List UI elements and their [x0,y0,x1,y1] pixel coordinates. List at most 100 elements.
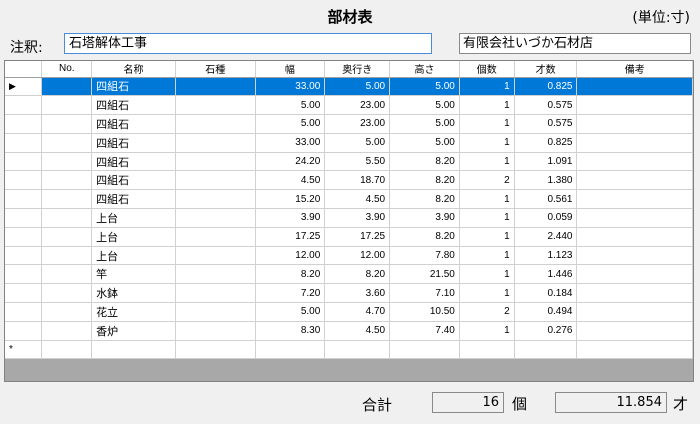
row-selector[interactable]: ▶ [5,77,43,97]
cell-note[interactable] [576,77,693,97]
cell-height[interactable]: 7.80 [389,246,460,266]
cell-count[interactable]: 1 [459,95,515,116]
cell-no[interactable] [41,283,93,304]
cell-stone[interactable] [175,189,256,210]
cell-note[interactable] [576,227,693,247]
cell-stone[interactable] [175,283,256,304]
cell-name[interactable]: 上台 [91,227,176,247]
new-row-cell[interactable] [514,340,578,360]
table-row[interactable]: 四組石 4.50 18.70 8.20 2 1.380 [5,170,693,191]
company-name-field[interactable]: 有限会社いづか石材店 [459,33,691,54]
row-selector[interactable] [5,321,43,341]
cell-count[interactable]: 1 [459,283,515,304]
cell-count[interactable]: 2 [459,170,515,191]
cell-stone[interactable] [175,321,256,341]
cell-volume[interactable]: 0.825 [514,133,578,153]
cell-width[interactable]: 15.20 [255,189,326,210]
table-row[interactable]: 花立 5.00 4.70 10.50 2 0.494 [5,302,693,322]
cell-stone[interactable] [175,114,256,134]
cell-no[interactable] [41,227,93,247]
cell-name[interactable]: 上台 [91,246,176,266]
row-selector[interactable] [5,152,43,172]
cell-width[interactable]: 24.20 [255,152,326,172]
cell-name[interactable]: 四組石 [91,189,176,210]
cell-stone[interactable] [175,77,256,97]
cell-count[interactable]: 1 [459,152,515,172]
cell-no[interactable] [41,246,93,266]
column-header-no[interactable]: No. [41,61,93,78]
row-selector[interactable] [5,170,43,191]
cell-depth[interactable]: 5.50 [324,152,391,172]
cell-volume[interactable]: 0.575 [514,95,578,116]
cell-no[interactable] [41,95,93,116]
cell-width[interactable]: 3.90 [255,208,326,228]
cell-depth[interactable]: 4.50 [324,321,391,341]
cell-height[interactable]: 8.20 [389,227,460,247]
new-record-row[interactable]: * [5,340,693,360]
cell-count[interactable]: 1 [459,208,515,228]
cell-note[interactable] [576,283,693,304]
cell-no[interactable] [41,264,93,285]
cell-width[interactable]: 33.00 [255,133,326,153]
cell-count[interactable]: 2 [459,302,515,322]
cell-height[interactable]: 8.20 [389,152,460,172]
cell-volume[interactable]: 1.091 [514,152,578,172]
column-header-volume[interactable]: 才数 [514,61,578,78]
cell-depth[interactable]: 4.70 [324,302,391,322]
parts-grid[interactable]: No. 名称 石種 幅 奥行き 高さ 個数 才数 備考 ▶ 四組石 33.00 5.0… [4,60,694,382]
cell-note[interactable] [576,170,693,191]
cell-count[interactable]: 1 [459,264,515,285]
cell-no[interactable] [41,114,93,134]
table-row[interactable]: 水鉢 7.20 3.60 7.10 1 0.184 [5,283,693,304]
column-header-height[interactable]: 高さ [389,61,460,78]
new-row-cell[interactable] [91,340,176,360]
cell-volume[interactable]: 0.059 [514,208,578,228]
cell-width[interactable]: 17.25 [255,227,326,247]
cell-name[interactable]: 花立 [91,302,176,322]
note-input[interactable]: 石塔解体工事 [64,33,432,54]
cell-depth[interactable]: 5.00 [324,133,391,153]
table-row[interactable]: 四組石 5.00 23.00 5.00 1 0.575 [5,114,693,134]
cell-note[interactable] [576,95,693,116]
row-selector[interactable] [5,114,43,134]
cell-stone[interactable] [175,302,256,322]
table-row[interactable]: 竿 8.20 8.20 21.50 1 1.446 [5,264,693,285]
row-selector[interactable] [5,283,43,304]
row-selector[interactable] [5,264,43,285]
cell-depth[interactable]: 3.60 [324,283,391,304]
row-selector[interactable] [5,302,43,322]
new-row-cell[interactable] [175,340,256,360]
cell-depth[interactable]: 8.20 [324,264,391,285]
cell-no[interactable] [41,133,93,153]
cell-height[interactable]: 5.00 [389,114,460,134]
cell-depth[interactable]: 5.00 [324,77,391,97]
cell-width[interactable]: 33.00 [255,77,326,97]
cell-volume[interactable]: 0.184 [514,283,578,304]
cell-note[interactable] [576,189,693,210]
row-selector[interactable] [5,246,43,266]
cell-name[interactable]: 四組石 [91,170,176,191]
new-row-cell[interactable] [324,340,391,360]
cell-stone[interactable] [175,246,256,266]
table-row[interactable]: 上台 12.00 12.00 7.80 1 1.123 [5,246,693,266]
cell-depth[interactable]: 17.25 [324,227,391,247]
cell-no[interactable] [41,302,93,322]
cell-volume[interactable]: 0.494 [514,302,578,322]
cell-depth[interactable]: 12.00 [324,246,391,266]
cell-name[interactable]: 上台 [91,208,176,228]
column-header-depth[interactable]: 奥行き [324,61,391,78]
cell-depth[interactable]: 4.50 [324,189,391,210]
cell-stone[interactable] [175,170,256,191]
cell-stone[interactable] [175,133,256,153]
cell-name[interactable]: 四組石 [91,77,176,97]
cell-name[interactable]: 四組石 [91,133,176,153]
cell-height[interactable]: 5.00 [389,77,460,97]
cell-note[interactable] [576,114,693,134]
cell-name[interactable]: 水鉢 [91,283,176,304]
cell-note[interactable] [576,152,693,172]
cell-stone[interactable] [175,264,256,285]
cell-note[interactable] [576,208,693,228]
cell-height[interactable]: 7.40 [389,321,460,341]
cell-count[interactable]: 1 [459,227,515,247]
cell-no[interactable] [41,321,93,341]
